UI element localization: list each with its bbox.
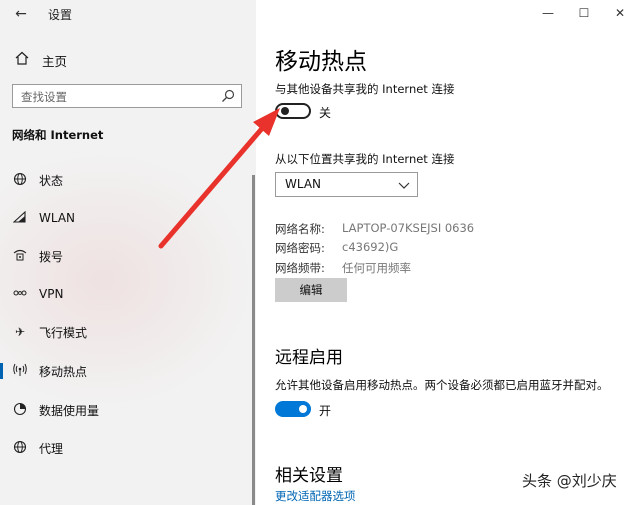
sidebar-item-label: 数据使用量 — [39, 403, 100, 418]
connection-select[interactable]: WLAN — [275, 172, 418, 197]
sidebar-item-wlan[interactable]: WLAN — [0, 201, 252, 235]
sidebar-item-airplane[interactable]: ✈ 飞行模式 — [0, 315, 252, 349]
search-input[interactable] — [19, 87, 213, 107]
page-title: 移动热点 — [275, 49, 367, 75]
wifi-icon — [11, 210, 29, 227]
network-band-value: 任何可用频率 — [342, 261, 411, 275]
edit-button[interactable]: 编辑 — [275, 278, 347, 302]
sidebar-item-label: 飞行模式 — [39, 325, 88, 340]
sidebar-item-label: WLAN — [39, 211, 76, 225]
share-from-label: 从以下位置共享我的 Internet 连接 — [275, 152, 455, 166]
toggle-knob — [299, 405, 307, 413]
back-arrow-icon: ← — [15, 6, 27, 22]
back-button[interactable]: ← — [10, 4, 32, 24]
share-label: 与其他设备共享我的 Internet 连接 — [275, 82, 455, 96]
sidebar-item-status[interactable]: 状态 — [0, 163, 252, 197]
change-adapter-link[interactable]: 更改适配器选项 — [275, 488, 356, 504]
chevron-down-icon — [397, 177, 411, 191]
sidebar-item-proxy[interactable]: 代理 — [0, 431, 252, 465]
network-name-label: 网络名称: — [275, 222, 325, 236]
airplane-icon: ✈ — [14, 325, 26, 339]
share-toggle-state: 关 — [319, 106, 332, 120]
sidebar-item-data-usage[interactable]: 数据使用量 — [0, 393, 252, 427]
globe-icon — [11, 172, 29, 189]
minimize-button[interactable]: — — [533, 4, 563, 22]
network-password-value: c43692)G — [342, 240, 399, 254]
sidebar: ← 设置 主页 网络和 Internet 状态 WLAN 拨号 — [0, 0, 256, 505]
home-icon — [14, 51, 30, 69]
remote-toggle-state: 开 — [319, 404, 332, 418]
related-title: 相关设置 — [275, 466, 343, 486]
nav-home-label: 主页 — [42, 53, 68, 69]
dialup-icon — [11, 248, 29, 265]
network-band-label: 网络频带: — [275, 261, 325, 275]
remote-title: 远程启用 — [275, 348, 343, 368]
sidebar-item-hotspot[interactable]: 移动热点 — [0, 354, 252, 388]
toggle-knob — [281, 107, 289, 115]
search-icon[interactable] — [221, 88, 235, 102]
connection-select-value: WLAN — [285, 177, 322, 191]
globe-icon — [11, 440, 29, 457]
remote-toggle[interactable] — [275, 401, 311, 417]
maximize-button[interactable]: ☐ — [569, 4, 599, 22]
sidebar-item-label: 移动热点 — [39, 364, 88, 379]
sidebar-scrollbar[interactable] — [252, 175, 255, 505]
vpn-icon — [11, 286, 29, 303]
sidebar-item-label: 代理 — [39, 441, 64, 456]
sidebar-item-dialup[interactable]: 拨号 — [0, 239, 252, 273]
data-usage-icon — [11, 402, 29, 419]
network-password-label: 网络密码: — [275, 241, 325, 255]
search-box[interactable] — [12, 84, 242, 108]
remote-description: 允许其他设备启用移动热点。两个设备必须都已启用蓝牙并配对。 — [275, 378, 609, 392]
sidebar-item-label: 拨号 — [39, 249, 64, 264]
network-name-value: LAPTOP-07KSEJSI 0636 — [342, 221, 475, 235]
window-title: 设置 — [48, 8, 73, 22]
sidebar-item-label: VPN — [39, 287, 64, 301]
hotspot-icon — [11, 363, 29, 380]
share-toggle[interactable] — [275, 103, 311, 119]
sidebar-item-vpn[interactable]: VPN — [0, 277, 252, 311]
nav-home[interactable]: 主页 — [14, 50, 67, 70]
watermark: 头条 @刘少庆 — [522, 472, 617, 490]
sidebar-item-label: 状态 — [39, 173, 64, 188]
section-title: 网络和 Internet — [12, 128, 104, 142]
close-button[interactable]: ✕ — [605, 4, 635, 22]
